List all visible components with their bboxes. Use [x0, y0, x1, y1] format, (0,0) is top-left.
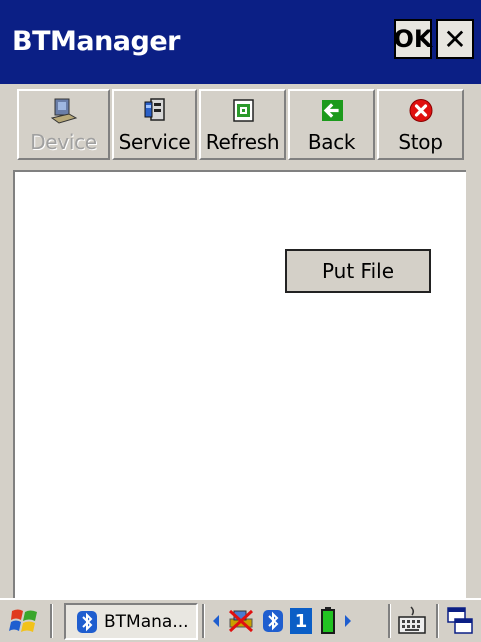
ok-button[interactable]: OK — [394, 19, 433, 59]
refresh-icon — [232, 99, 254, 122]
task-label: BTMana... — [104, 611, 189, 632]
keyboard-icon[interactable] — [397, 605, 427, 637]
close-button[interactable]: ✕ — [436, 19, 474, 59]
device-button[interactable]: Device — [17, 89, 110, 160]
stop-button[interactable]: Stop — [377, 89, 464, 160]
taskbar-divider — [202, 604, 205, 638]
network-disconnected-icon[interactable] — [224, 607, 258, 635]
stop-icon — [409, 99, 432, 122]
system-tray: 1 — [210, 604, 354, 638]
device-label: Device — [30, 130, 97, 154]
bluetooth-tray-icon[interactable] — [262, 609, 284, 633]
close-icon: ✕ — [443, 22, 467, 56]
tray-scroll-right-icon[interactable] — [342, 611, 354, 631]
taskbar-divider — [50, 604, 53, 638]
taskbar: BTMana... 1 — [0, 598, 481, 642]
back-button[interactable]: Back — [288, 89, 375, 160]
title-bar: BTManager OK ✕ — [0, 0, 481, 84]
switch-windows-icon[interactable] — [446, 606, 474, 636]
device-icon — [50, 98, 77, 124]
bluetooth-icon — [77, 610, 97, 633]
task-button-btmanager[interactable]: BTMana... — [64, 603, 198, 640]
service-label: Service — [118, 130, 191, 154]
tray-scroll-left-icon[interactable] — [210, 611, 222, 631]
back-arrow-icon — [321, 100, 343, 121]
back-label: Back — [307, 130, 356, 154]
service-icon — [144, 98, 165, 121]
stop-label: Stop — [398, 130, 443, 154]
taskbar-divider — [436, 604, 439, 638]
refresh-label: Refresh — [205, 130, 280, 154]
taskbar-divider — [388, 604, 391, 638]
battery-icon[interactable] — [318, 606, 338, 636]
start-windows-icon[interactable] — [8, 604, 42, 638]
content-area — [13, 170, 466, 598]
input-mode-indicator[interactable]: 1 — [290, 608, 312, 634]
put-file-button[interactable]: Put File — [285, 249, 431, 293]
service-button[interactable]: Service — [112, 89, 197, 160]
window-title: BTManager — [12, 26, 180, 57]
toolbar: Device Service Refresh Back Stop — [0, 84, 481, 166]
refresh-button[interactable]: Refresh — [199, 89, 286, 160]
